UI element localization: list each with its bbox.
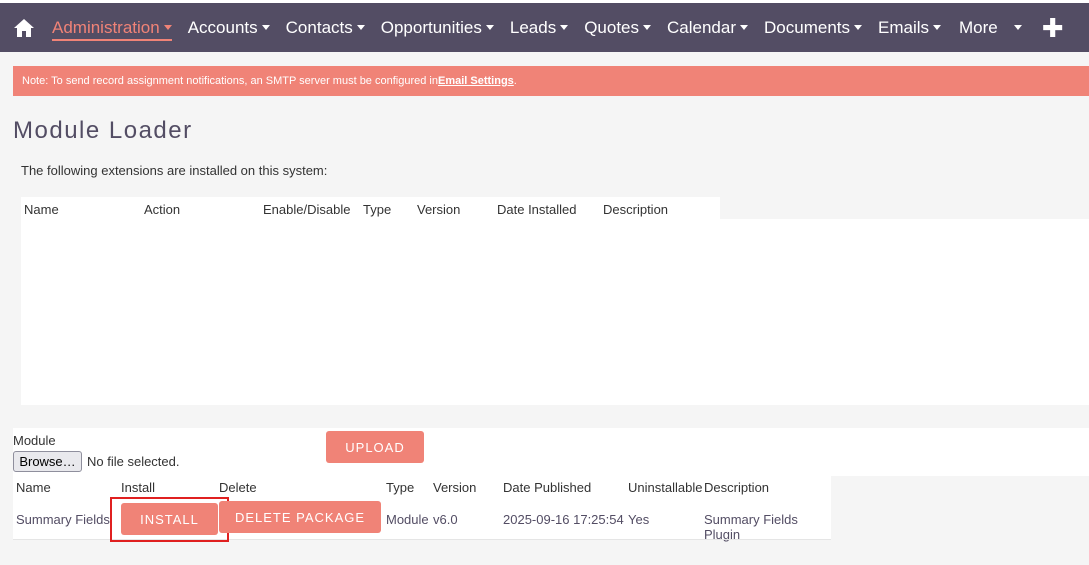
browse-button[interactable]: Browse…	[13, 451, 82, 472]
chevron-down-icon	[1013, 25, 1022, 30]
nav-label: Opportunities	[380, 17, 482, 37]
col-delete: Delete	[219, 480, 257, 495]
delete-package-button[interactable]: DELETE PACKAGE	[219, 501, 381, 533]
module-label: Module	[13, 433, 56, 448]
col-version: Version	[417, 202, 461, 217]
home-icon[interactable]	[4, 5, 44, 51]
nav-accounts[interactable]: Accounts	[180, 3, 278, 52]
nav-contacts[interactable]: Contacts	[278, 3, 373, 52]
col-name: Name	[16, 480, 51, 495]
table-header: Name Action Enable/Disable Type Version …	[21, 197, 720, 220]
nav-emails[interactable]: Emails	[870, 3, 949, 52]
installed-extensions-table: Name Action Enable/Disable Type Version …	[21, 197, 1089, 405]
col-date-installed: Date Installed	[497, 202, 577, 217]
plus-icon[interactable]: ✚	[1042, 15, 1064, 41]
file-status: No file selected.	[87, 454, 180, 469]
alert-suffix: .	[513, 75, 517, 87]
nav-label: Calendar	[667, 17, 737, 37]
chevron-down-icon	[485, 25, 494, 30]
col-description: Description	[603, 202, 669, 217]
col-type: Type	[386, 480, 415, 495]
install-highlight-box	[110, 497, 229, 542]
col-action: Action	[144, 202, 181, 217]
col-enable-disable: Enable/Disable	[263, 202, 351, 217]
nav-calendar[interactable]: Calendar	[659, 3, 756, 52]
col-install: Install	[121, 480, 155, 495]
nav-label: Contacts	[285, 17, 353, 37]
package-name: Summary Fields	[16, 512, 110, 527]
package-type: Module	[386, 512, 429, 527]
nav-more[interactable]: More	[951, 3, 1030, 52]
alert-text: Note: To send record assignment notifica…	[22, 75, 438, 87]
nav-opportunities[interactable]: Opportunities	[373, 3, 502, 52]
top-navigation: Administration Accounts Contacts Opportu…	[0, 0, 1089, 52]
col-description: Description	[704, 480, 770, 495]
email-settings-link[interactable]: Email Settings	[438, 75, 514, 87]
nav-label: Emails	[878, 17, 930, 37]
installed-intro: The following extensions are installed o…	[21, 163, 328, 178]
chevron-down-icon	[261, 25, 270, 30]
col-version: Version	[433, 480, 477, 495]
col-date-published: Date Published	[503, 480, 592, 495]
package-uninstallable: Yes	[628, 512, 650, 527]
header-gap	[720, 197, 1089, 219]
chevron-down-icon	[560, 25, 569, 30]
chevron-down-icon	[163, 25, 172, 30]
chevron-down-icon	[356, 25, 365, 30]
nav-label: Administration	[52, 17, 160, 37]
nav-label: Accounts	[187, 17, 258, 37]
chevron-down-icon	[933, 25, 942, 30]
chevron-down-icon	[740, 25, 749, 30]
upload-button[interactable]: UPLOAD	[326, 431, 424, 463]
nav-label: More	[959, 17, 998, 37]
package-description: Summary Fields Plugin	[704, 512, 798, 542]
smtp-alert: Note: To send record assignment notifica…	[13, 66, 1089, 96]
nav-documents[interactable]: Documents	[756, 3, 870, 52]
col-type: Type	[363, 202, 392, 217]
nav-label: Quotes	[584, 17, 640, 37]
chevron-down-icon	[854, 25, 862, 30]
package-version: v6.0	[433, 512, 458, 527]
nav-quotes[interactable]: Quotes	[576, 3, 659, 52]
nav-administration[interactable]: Administration	[44, 3, 180, 52]
chevron-down-icon	[643, 25, 652, 30]
page-title: Module Loader	[13, 117, 193, 144]
nav-leads[interactable]: Leads	[502, 3, 576, 52]
col-uninstallable: Uninstallable	[628, 480, 703, 495]
nav-label: Documents	[764, 17, 850, 37]
nav-label: Leads	[509, 17, 557, 37]
package-date-published: 2025-09-16 17:25:54	[503, 512, 624, 527]
col-name: Name	[24, 202, 59, 217]
